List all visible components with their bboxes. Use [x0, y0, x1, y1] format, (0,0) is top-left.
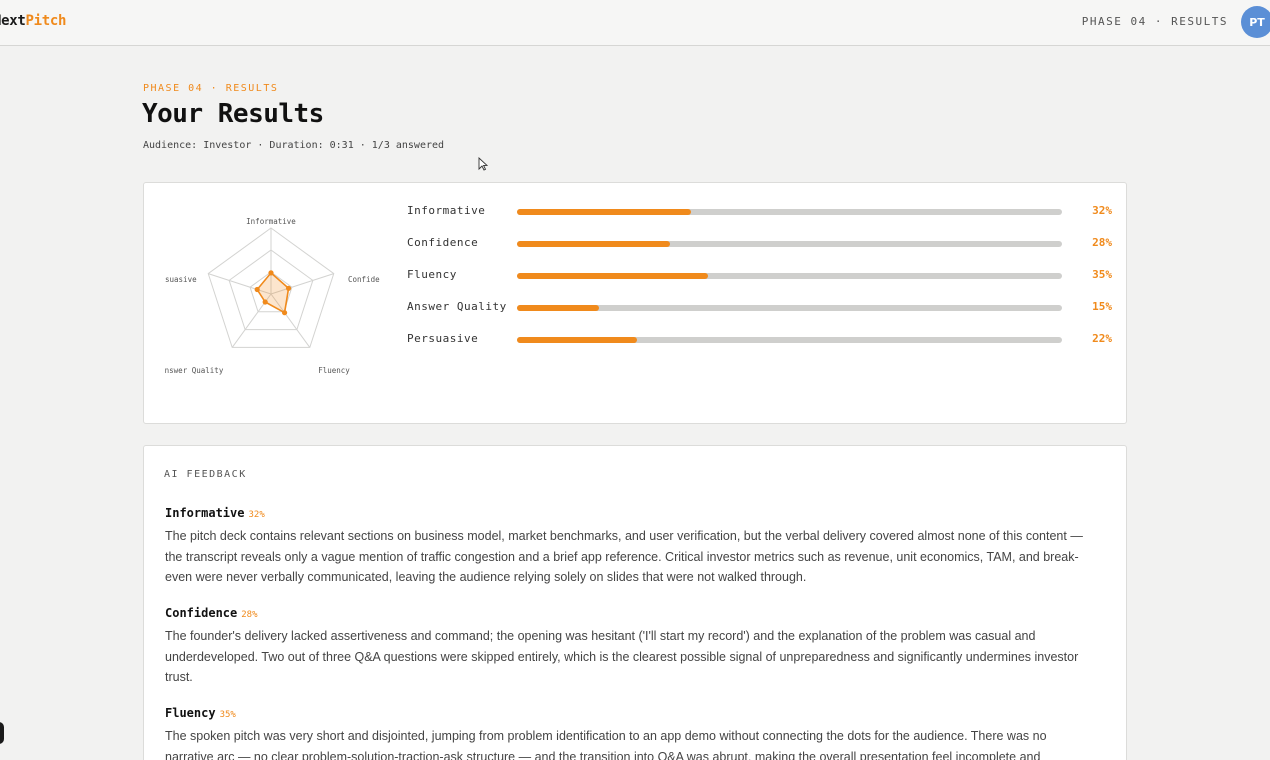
score-label: Confidence: [407, 236, 479, 249]
score-bar-track: [517, 305, 1062, 311]
score-percent: 28%: [1092, 236, 1112, 249]
feedback-card: AI FEEDBACK Informative 32% The pitch dec…: [143, 445, 1127, 760]
score-row-confidence: Confidence 28%: [407, 234, 1112, 254]
feedback-score: 28%: [241, 610, 258, 620]
feedback-title: Confidence: [165, 606, 238, 620]
score-row-answer-quality: Answer Quality 15%: [407, 298, 1112, 318]
feedback-heading: AI FEEDBACK: [164, 469, 247, 480]
radar-axis-label: nswer Quality: [165, 366, 224, 375]
score-percent: 32%: [1092, 204, 1112, 217]
feedback-item-confidence: Confidence 28% The founder's delivery lac…: [165, 602, 1090, 688]
score-row-fluency: Fluency 35%: [407, 266, 1112, 286]
radar-axis-label: Confide: [348, 275, 380, 284]
score-bar-fill: [517, 241, 670, 247]
score-label: Fluency: [407, 268, 457, 281]
score-percent: 22%: [1092, 332, 1112, 345]
score-bar-track: [517, 241, 1062, 247]
score-percent: 15%: [1092, 300, 1112, 313]
radar-point-fluency: [281, 310, 288, 316]
phase-indicator: PHASE 04 · RESULTS: [1081, 15, 1228, 28]
score-bar-fill: [517, 305, 599, 311]
feedback-text: The spoken pitch was very short and disj…: [165, 729, 1047, 760]
radar-point-informative: [268, 270, 274, 276]
radar-axis-label: Fluency: [318, 366, 350, 375]
score-label: Persuasive: [407, 332, 479, 345]
phase-eyebrow: PHASE 04 · RESULTS: [143, 83, 279, 94]
session-meta: Audience: Investor · Duration: 0:31 · 1/…: [143, 140, 445, 151]
radar-axis-label: suasive: [165, 275, 197, 284]
logo-text-pitch: Pitch: [25, 13, 67, 29]
side-drag-handle[interactable]: [0, 722, 4, 744]
feedback-title: Fluency: [165, 706, 216, 720]
top-bar: NextPitch PHASE 04 · RESULTS PT: [0, 0, 1270, 46]
feedback-score: 32%: [248, 510, 265, 520]
score-percent: 35%: [1092, 268, 1112, 281]
score-label: Informative: [407, 204, 486, 217]
feedback-text: The founder's delivery lacked assertiven…: [165, 629, 1079, 684]
mouse-cursor-icon: [478, 157, 488, 171]
score-bar-fill: [517, 273, 708, 279]
score-row-informative: Informative 32%: [407, 202, 1112, 222]
logo-text-next: Next: [0, 13, 26, 29]
radar-axis-label: Informative: [246, 217, 296, 226]
radar-chart: Informative Confide Fluency nswer Quality su…: [165, 217, 380, 375]
feedback-title: Informative: [165, 506, 245, 520]
page-title: Your Results: [142, 99, 324, 129]
feedback-score: 35%: [219, 710, 236, 720]
radar-point-confidence: [285, 285, 292, 291]
score-bar-track: [517, 209, 1062, 215]
score-bar-fill: [517, 209, 692, 215]
feedback-item-informative: Informative 32% The pitch deck contains r…: [165, 502, 1090, 588]
radar-point-persuasive: [254, 286, 260, 293]
feedback-text: The pitch deck contains relevant section…: [165, 529, 1083, 584]
feedback-item-fluency: Fluency 35% The spoken pitch was very sho…: [165, 702, 1090, 760]
score-bar-track: [517, 273, 1062, 279]
radar-point-answer-quality: [262, 299, 268, 305]
user-avatar[interactable]: PT: [1241, 6, 1270, 38]
score-bar-track: [517, 337, 1062, 343]
logo[interactable]: NextPitch: [0, 13, 66, 29]
score-row-persuasive: Persuasive 22%: [407, 330, 1112, 350]
score-label: Answer Quality: [407, 300, 507, 313]
scores-card: Informative Confide Fluency nswer Quality su…: [143, 182, 1127, 424]
score-bar-fill: [517, 337, 637, 343]
